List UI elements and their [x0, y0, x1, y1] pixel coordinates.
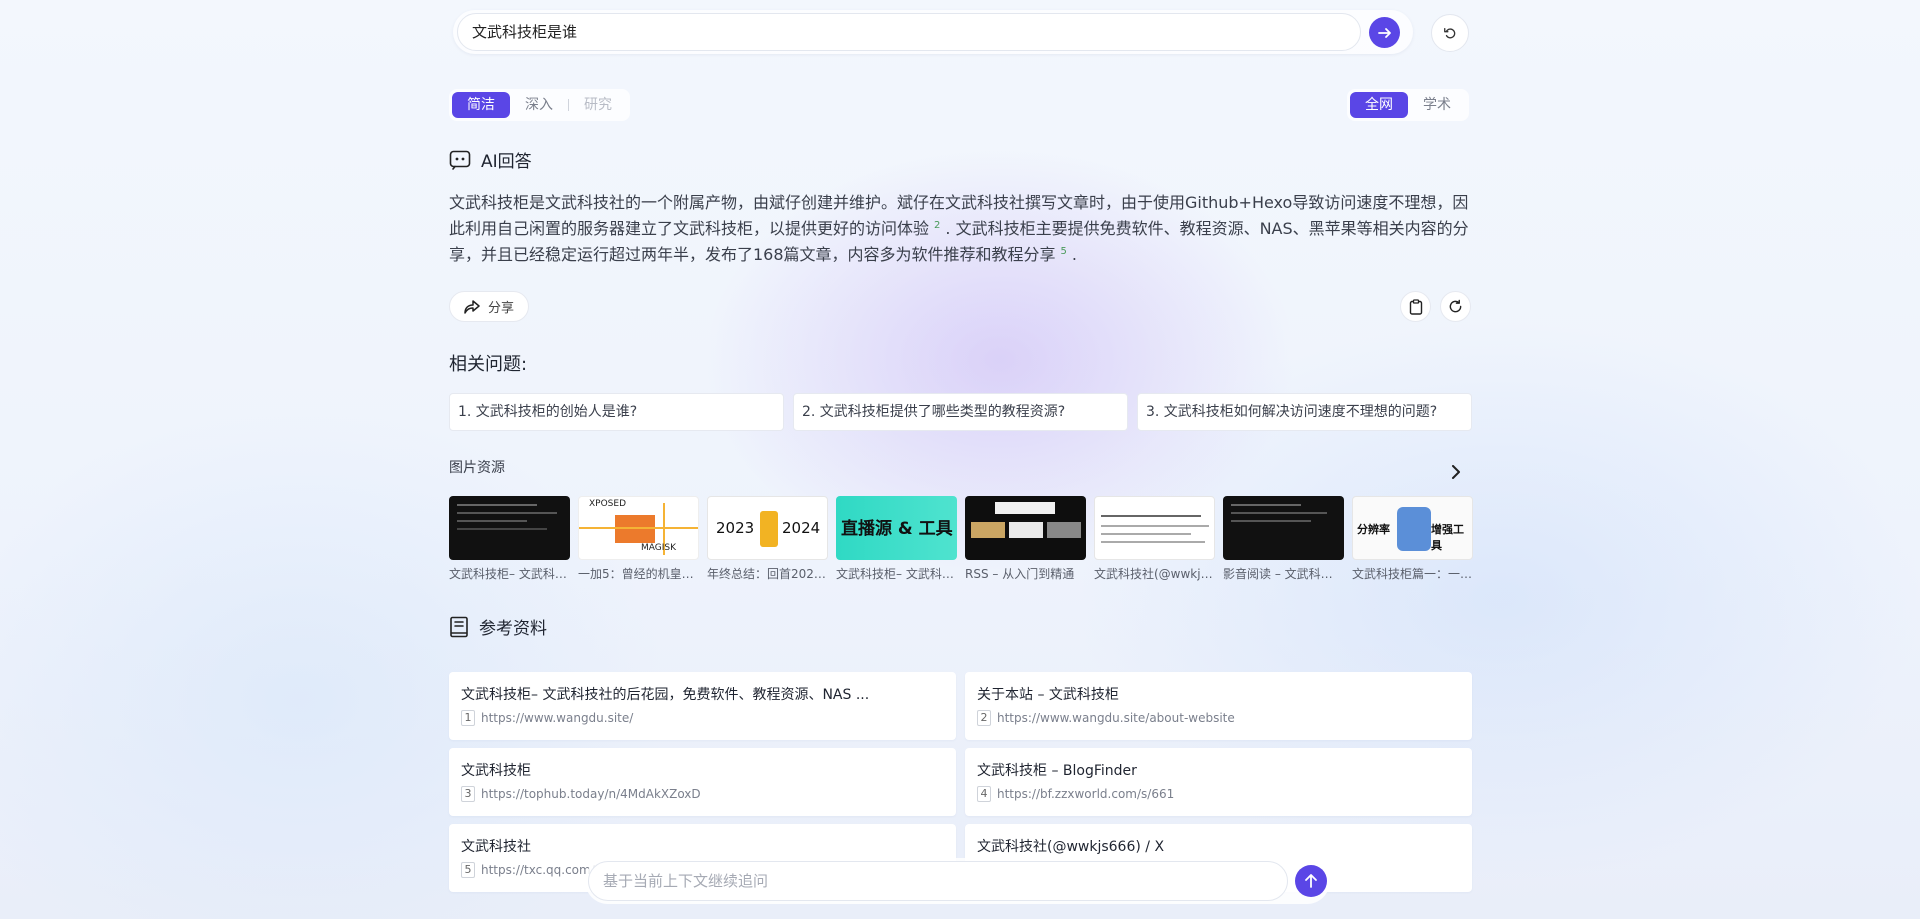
- regenerate-button[interactable]: [1440, 291, 1471, 322]
- mode-research[interactable]: 研究: [569, 92, 627, 118]
- reference-url[interactable]: https://tophub.today/n/4MdAkXZoxD: [481, 787, 701, 801]
- image-card[interactable]: 影音阅读 – 文武科技柜: [1223, 496, 1344, 582]
- reference-title[interactable]: 文武科技社: [461, 836, 944, 856]
- references-title: 参考资料: [479, 619, 547, 639]
- citation-badge[interactable]: 2: [931, 220, 943, 232]
- ai-answer-title: AI回答: [481, 152, 532, 172]
- arrow-up-icon: [1305, 874, 1317, 888]
- search-box: 文武科技柜是谁: [453, 10, 1413, 54]
- image-caption: 文武科技柜– 文武科技社的后花园: [836, 567, 957, 581]
- reference-number: 5: [461, 862, 475, 878]
- followup-input[interactable]: 基于当前上下文继续追问: [588, 861, 1288, 901]
- refresh-icon: [1449, 299, 1462, 313]
- search-bar: 文武科技柜是谁: [453, 10, 1469, 54]
- scope-web[interactable]: 全网: [1350, 92, 1408, 118]
- share-icon: [464, 299, 480, 314]
- image-card[interactable]: XPOSED MAGISK 一加5：曾经的机皇，再战三年: [578, 496, 699, 582]
- image-thumbnail[interactable]: [965, 496, 1086, 560]
- mode-deep[interactable]: 深入: [510, 92, 568, 118]
- reference-number: 3: [461, 786, 475, 802]
- search-input[interactable]: 文武科技柜是谁: [457, 13, 1361, 51]
- reference-number: 4: [977, 786, 991, 802]
- clipboard-icon: [1409, 298, 1422, 315]
- reference-title[interactable]: 关于本站 – 文武科技柜: [977, 684, 1460, 704]
- arrow-right-icon: [1377, 27, 1391, 38]
- image-caption: 一加5：曾经的机皇，再战三年: [578, 567, 699, 581]
- image-card[interactable]: 文武科技社(@wwkjs666) / X: [1094, 496, 1215, 582]
- share-label: 分享: [488, 301, 515, 316]
- image-card[interactable]: 文武科技柜– 文武科技社的后花园: [449, 496, 570, 582]
- image-card[interactable]: 直播源 & 工具 文武科技柜– 文武科技社的后花园: [836, 496, 957, 582]
- image-thumbnail[interactable]: 分辨率 增强工具: [1352, 496, 1473, 560]
- image-caption: 影音阅读 – 文武科技柜: [1223, 567, 1344, 581]
- reference-meta: 4 https://bf.zzxworld.com/s/661: [977, 786, 1460, 802]
- reference-meta: 1 https://www.wangdu.site/: [461, 710, 944, 726]
- reset-button[interactable]: [1431, 14, 1469, 52]
- chevron-right-icon: [1452, 465, 1460, 479]
- chat-bot-icon: [449, 150, 471, 170]
- image-thumbnail[interactable]: 直播源 & 工具: [836, 496, 957, 560]
- image-caption: 年终总结：回首2023，展望2024: [707, 567, 828, 581]
- reference-card[interactable]: 文武科技柜 3 https://tophub.today/n/4MdAkXZox…: [449, 748, 956, 816]
- citation-badge[interactable]: 5: [1058, 246, 1070, 258]
- images-next-button[interactable]: [1444, 460, 1468, 484]
- answer-part: .: [1071, 245, 1078, 264]
- undo-icon: [1444, 27, 1456, 39]
- image-card[interactable]: 分辨率 增强工具 文武科技柜篇一：一个分辨率增强工具: [1352, 496, 1473, 582]
- reference-card[interactable]: 文武科技柜 – BlogFinder 4 https://bf.zzxworld…: [965, 748, 1472, 816]
- reference-number: 1: [461, 710, 475, 726]
- ai-answer-text: 文武科技柜是文武科技社的一个附属产物，由斌仔创建并维护。斌仔在文武科技社撰写文章…: [449, 190, 1473, 268]
- reference-meta: 3 https://tophub.today/n/4MdAkXZoxD: [461, 786, 944, 802]
- image-thumbnail[interactable]: XPOSED MAGISK: [578, 496, 699, 560]
- followup-send-button[interactable]: [1295, 865, 1327, 897]
- followup-bar: 基于当前上下文继续追问: [585, 858, 1330, 904]
- reference-url[interactable]: https://txc.qq.com/: [481, 863, 595, 877]
- book-icon: [450, 616, 468, 637]
- image-caption: 文武科技社(@wwkjs666) / X: [1094, 567, 1215, 581]
- scope-academic[interactable]: 学术: [1408, 92, 1466, 118]
- reference-title[interactable]: 文武科技柜– 文武科技社的后花园，免费软件、教程资源、NAS ...: [461, 684, 944, 704]
- image-thumbnail[interactable]: [1223, 496, 1344, 560]
- references-header: 参考资料: [449, 614, 547, 639]
- image-caption: 文武科技柜– 文武科技社的后花园: [449, 567, 570, 581]
- image-carousel: 文武科技柜– 文武科技社的后花园 XPOSED MAGISK 一加5：曾经的机皇…: [449, 496, 1473, 582]
- mode-concise[interactable]: 简洁: [452, 92, 510, 118]
- search-submit-button[interactable]: [1369, 17, 1400, 48]
- reference-url[interactable]: https://www.wangdu.site/about-website: [997, 711, 1235, 725]
- reference-title[interactable]: 文武科技柜: [461, 760, 944, 780]
- reference-url[interactable]: https://www.wangdu.site/: [481, 711, 633, 725]
- image-thumbnail[interactable]: [1094, 496, 1215, 560]
- reference-card[interactable]: 文武科技柜– 文武科技社的后花园，免费软件、教程资源、NAS ... 1 htt…: [449, 672, 956, 740]
- image-thumbnail[interactable]: [449, 496, 570, 560]
- related-questions-title: 相关问题:: [449, 354, 528, 375]
- image-caption: RSS – 从入门到精通: [965, 567, 1075, 581]
- ai-answer-header: AI回答: [449, 147, 532, 172]
- reference-url[interactable]: https://bf.zzxworld.com/s/661: [997, 787, 1174, 801]
- related-question[interactable]: 1. 文武科技柜的创始人是谁?: [449, 393, 784, 431]
- image-thumbnail[interactable]: 2023 2024: [707, 496, 828, 560]
- copy-button[interactable]: [1400, 291, 1431, 322]
- related-questions-list: 1. 文武科技柜的创始人是谁? 2. 文武科技柜提供了哪些类型的教程资源? 3.…: [449, 393, 1472, 431]
- image-card[interactable]: RSS – 从入门到精通: [965, 496, 1086, 582]
- reference-number: 2: [977, 710, 991, 726]
- reference-title[interactable]: 文武科技社(@wwkjs666) / X: [977, 836, 1460, 856]
- reference-title[interactable]: 文武科技柜 – BlogFinder: [977, 760, 1460, 780]
- image-resources-title: 图片资源: [449, 460, 505, 476]
- related-question[interactable]: 2. 文武科技柜提供了哪些类型的教程资源?: [793, 393, 1128, 431]
- related-question[interactable]: 3. 文武科技柜如何解决访问速度不理想的问题?: [1137, 393, 1472, 431]
- scope-toggle: 全网 学术: [1347, 89, 1469, 121]
- image-caption: 文武科技柜篇一：一个分辨率增强工具: [1352, 567, 1473, 581]
- depth-mode-toggle: 简洁 深入 研究: [449, 89, 630, 121]
- share-button[interactable]: 分享: [449, 291, 530, 322]
- reference-meta: 2 https://www.wangdu.site/about-website: [977, 710, 1460, 726]
- reference-card[interactable]: 关于本站 – 文武科技柜 2 https://www.wangdu.site/a…: [965, 672, 1472, 740]
- image-card[interactable]: 2023 2024 年终总结：回首2023，展望2024: [707, 496, 828, 582]
